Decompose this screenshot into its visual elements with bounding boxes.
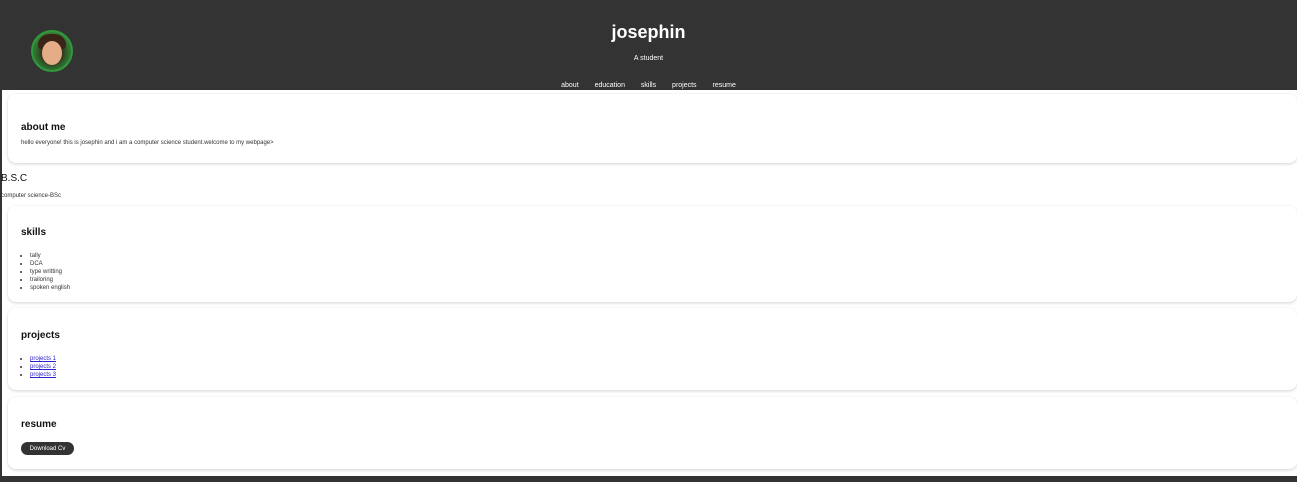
about-section: about me hello everyone! this is josephi… (8, 94, 1297, 163)
skill-item: spoken english (30, 284, 70, 292)
skill-item: DCA (30, 260, 70, 268)
skill-item: type writting (30, 268, 70, 276)
download-cv-button[interactable]: Download Cv (21, 442, 74, 455)
about-text: hello everyone! this is josephin and i a… (21, 140, 274, 146)
skill-item: trailoring (30, 276, 70, 284)
page-content: about me hello everyone! this is josephi… (1, 90, 1297, 476)
project-link-1[interactable]: projects 1 (30, 356, 56, 362)
site-subtitle: A student (633, 55, 664, 62)
nav-about[interactable]: about (561, 82, 579, 89)
page-footer (0, 476, 1297, 482)
project-item: projects 1 (30, 355, 56, 363)
site-title: josephin (611, 22, 686, 42)
projects-list: projects 1 projects 2 projects 3 (21, 355, 56, 379)
education-text: computer science-BSc (1, 193, 62, 199)
resume-heading: resume (21, 419, 57, 430)
nav-projects[interactable]: projects (672, 82, 697, 89)
project-item: projects 2 (30, 363, 56, 371)
skills-section: skills tally DCA type writting trailorin… (8, 206, 1297, 302)
site-header: josephin A student about education skill… (0, 0, 1297, 90)
project-link-2[interactable]: projects 2 (30, 364, 56, 370)
nav-resume[interactable]: resume (713, 82, 736, 89)
education-heading: B.S.C (1, 173, 28, 184)
skill-item: tally (30, 252, 70, 260)
projects-heading: projects (21, 330, 60, 341)
nav-education[interactable]: education (595, 82, 625, 89)
projects-section: projects projects 1 projects 2 projects … (8, 308, 1297, 390)
skills-list: tally DCA type writting trailoring spoke… (21, 252, 70, 292)
skills-heading: skills (21, 227, 47, 238)
about-heading: about me (21, 122, 66, 133)
resume-section: resume Download Cv (8, 397, 1297, 469)
project-item: projects 3 (30, 371, 56, 379)
project-link-3[interactable]: projects 3 (30, 372, 56, 378)
main-nav: about education skills projects resume (0, 82, 1297, 90)
nav-skills[interactable]: skills (641, 82, 656, 89)
